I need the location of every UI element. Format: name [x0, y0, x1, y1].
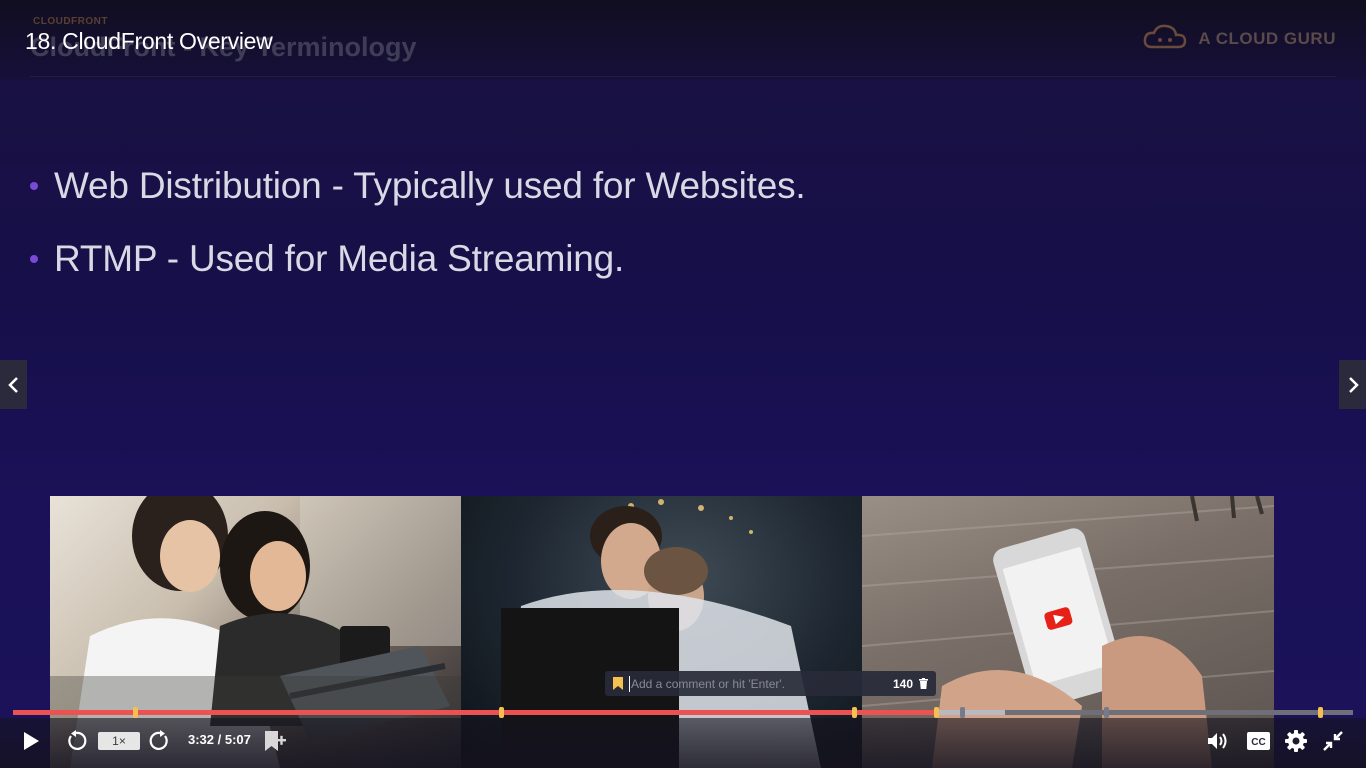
progress-bar[interactable] [13, 707, 1353, 718]
bookmark-marker[interactable] [499, 707, 504, 718]
bookmark-marker[interactable] [934, 707, 939, 718]
svg-text:CC: CC [1251, 737, 1265, 748]
bookmark-marker[interactable] [852, 707, 857, 718]
exit-fullscreen-button[interactable] [1321, 729, 1345, 753]
slide-bullet: Web Distribution - Typically used for We… [30, 160, 806, 212]
lecture-marker[interactable] [960, 707, 965, 718]
add-bookmark-button[interactable] [262, 729, 288, 753]
lecture-title: 18. CloudFront Overview [25, 28, 273, 54]
cc-icon: CC [1246, 732, 1270, 750]
volume-button[interactable] [1206, 729, 1230, 753]
rewind-5-icon [68, 730, 87, 750]
volume-icon [1208, 733, 1227, 749]
settings-button[interactable] [1284, 729, 1308, 753]
bullet-dot [30, 255, 38, 263]
playback-speed-button[interactable]: 1× [98, 732, 140, 750]
brand-text: A CLOUD GURU [1198, 29, 1336, 48]
chevron-right-icon [1348, 376, 1359, 393]
char-count: 140 [892, 676, 913, 691]
bookmark-comment-box: 140 [605, 671, 936, 696]
forward-5-icon [149, 730, 168, 750]
gear-icon [1285, 730, 1307, 752]
brand-logo: A CLOUD GURU [1142, 24, 1336, 54]
header-divider [30, 76, 1336, 77]
add-bookmark-icon [265, 731, 286, 751]
chevron-left-icon [7, 376, 18, 393]
bookmark-marker[interactable] [1318, 707, 1323, 718]
next-lecture-button[interactable] [1339, 360, 1366, 409]
bookmark-comment-input[interactable] [629, 675, 893, 692]
progress-played [13, 710, 938, 715]
video-stage[interactable]: Web Distribution - Typically used for We… [0, 0, 1366, 768]
delete-bookmark-button[interactable] [919, 678, 928, 689]
previous-lecture-button[interactable] [0, 360, 27, 409]
slide-bullets: Web Distribution - Typically used for We… [30, 160, 806, 306]
player-control-bar: 1× 3:32 / 5:07 CC [0, 718, 1366, 768]
bookmark-marker[interactable] [133, 707, 138, 718]
bullet-text: RTMP - Used for Media Streaming. [54, 238, 625, 279]
exit-fullscreen-icon [1323, 731, 1343, 751]
slide-kicker: CLOUDFRONT [33, 16, 108, 27]
play-icon [24, 732, 39, 750]
bookmark-icon [613, 677, 623, 690]
trash-icon [919, 678, 928, 689]
forward-button[interactable] [148, 729, 172, 753]
play-button[interactable] [20, 729, 42, 753]
playback-time: 3:32 / 5:07 [188, 732, 251, 747]
rewind-button[interactable] [64, 729, 88, 753]
lecture-marker[interactable] [1104, 707, 1109, 718]
captions-button[interactable]: CC [1246, 729, 1270, 753]
slide-bullet: RTMP - Used for Media Streaming. [30, 233, 805, 285]
bullet-dot [30, 182, 38, 190]
bullet-text: Web Distribution - Typically used for We… [54, 165, 806, 206]
cloud-logo-icon [1142, 23, 1188, 56]
